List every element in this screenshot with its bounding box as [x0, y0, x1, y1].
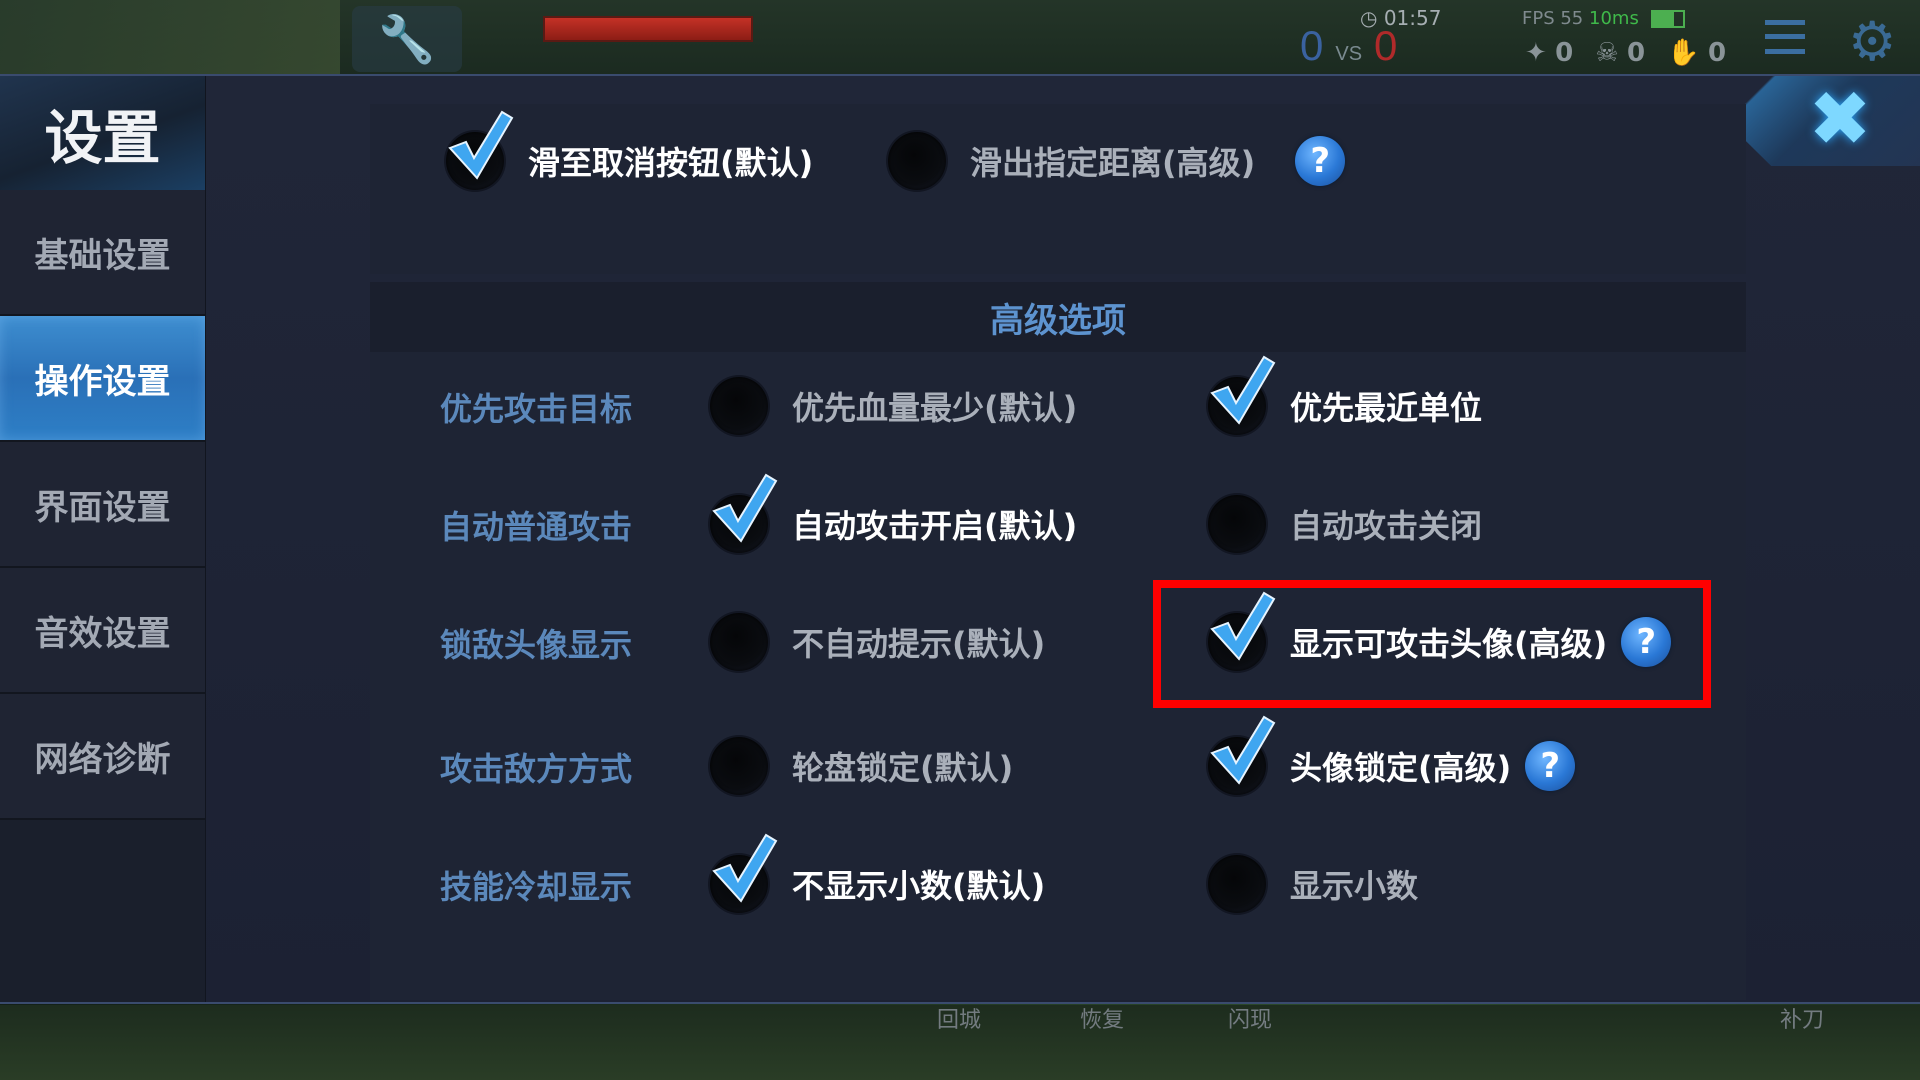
radio-button[interactable]	[1208, 355, 1276, 435]
option-label: 轮盘锁定(默认)	[792, 749, 1014, 787]
radio-button[interactable]	[1208, 495, 1266, 553]
checkmark-icon	[712, 833, 778, 903]
hp-bar	[543, 16, 753, 42]
option-label: 自动攻击开启(默认)	[792, 507, 1078, 545]
option-label: 头像锁定(高级)	[1290, 749, 1512, 787]
option-b[interactable]: 自动攻击关闭	[1208, 495, 1482, 553]
hp-bar-fill	[545, 18, 751, 40]
radio-button[interactable]	[888, 132, 946, 190]
radio-button[interactable]	[710, 613, 768, 671]
option-a[interactable]: 自动攻击开启(默认)	[710, 473, 1078, 553]
skill-recall-label: 回城	[937, 1008, 982, 1033]
skill-flash-label: 闪现	[1228, 1008, 1273, 1033]
radio-button[interactable]	[710, 833, 778, 913]
row-label: 优先攻击目标	[440, 390, 633, 428]
highlight-box	[1153, 580, 1711, 708]
skill-heal-label: 恢复	[1080, 1008, 1125, 1033]
radio-button[interactable]	[1208, 715, 1276, 795]
option-label: 不显示小数(默认)	[792, 867, 1046, 905]
sidebar-item-interface[interactable]: 界面设置	[0, 442, 205, 568]
sidebar-item-controls[interactable]: 操作设置	[0, 316, 205, 442]
option-label: 滑至取消按钮(默认)	[528, 144, 814, 182]
option-a[interactable]: 轮盘锁定(默认)	[710, 737, 1013, 795]
checkmark-icon	[448, 110, 514, 180]
row-label: 攻击敌方方式	[440, 750, 633, 788]
checkmark-icon	[1210, 715, 1276, 785]
option-label: 显示小数	[1290, 867, 1419, 905]
option-a[interactable]: 优先血量最少(默认)	[710, 377, 1077, 435]
checkmark-icon	[1210, 355, 1276, 425]
option-label: 优先最近单位	[1290, 389, 1483, 427]
score-blue: 0	[1300, 22, 1324, 69]
checkmark-icon	[712, 473, 778, 543]
timer-text: 01:57	[1383, 6, 1442, 30]
close-icon[interactable]: ✖	[1805, 81, 1875, 157]
battery-icon	[1650, 10, 1685, 28]
option-a[interactable]: 不自动提示(默认)	[710, 613, 1045, 671]
settings-sidebar: 设置 基础设置 操作设置 界面设置 音效设置 网络诊断	[0, 76, 206, 1002]
match-timer: ◷ 01:57	[1360, 6, 1442, 30]
kills-count: ✦ 0	[1525, 38, 1574, 68]
sidebar-item-basic[interactable]: 基础设置	[0, 190, 205, 316]
settings-panel: 设置 基础设置 操作设置 界面设置 音效设置 网络诊断 ✖ 滑至取消按钮(默认)…	[0, 74, 1920, 1004]
option-label: 滑出指定距离(高级)	[970, 144, 1256, 182]
sidebar-item-audio[interactable]: 音效设置	[0, 568, 205, 694]
settings-title: 设置	[0, 76, 205, 192]
score-vs: VS	[1335, 43, 1363, 65]
radio-button[interactable]	[710, 377, 768, 435]
option-label: 优先血量最少(默认)	[792, 389, 1078, 427]
radio-button[interactable]	[710, 473, 778, 553]
option-label: 自动攻击关闭	[1290, 507, 1483, 545]
option-a[interactable]: 不显示小数(默认)	[710, 833, 1046, 913]
assists-count: ✋ 0	[1667, 38, 1727, 68]
advanced-options-title: 高级选项	[370, 282, 1746, 352]
help-icon[interactable]: ?	[1295, 136, 1346, 186]
kda: ✦ 0 ☠ 0 ✋ 0	[1525, 38, 1740, 68]
wrench-icon[interactable]: 🔧	[352, 6, 462, 72]
option-b[interactable]: 头像锁定(高级)?	[1208, 715, 1576, 795]
fps-readout: FPS 55 10ms	[1522, 8, 1685, 29]
option-label: 不自动提示(默认)	[792, 625, 1046, 663]
skill-lasthit-label: 补刀	[1780, 1008, 1825, 1033]
radio-button[interactable]	[710, 737, 768, 795]
gear-icon[interactable]: ⚙	[1848, 10, 1896, 73]
sidebar-item-network[interactable]: 网络诊断	[0, 694, 205, 820]
radio-button[interactable]	[446, 110, 514, 190]
radio-button[interactable]	[1208, 855, 1266, 913]
cancel-option-slide-distance[interactable]: 滑出指定距离(高级) ?	[888, 132, 1346, 190]
option-b[interactable]: 优先最近单位	[1208, 355, 1483, 435]
list-icon[interactable]	[1765, 20, 1805, 54]
deaths-count: ☠ 0	[1595, 38, 1646, 68]
game-hud-top: 🔧 0 VS 0 ◷ 01:57 FPS 55 10ms ✦ 0 ☠ 0 ✋ 0 ⚙	[0, 0, 1920, 76]
row-label: 技能冷却显示	[440, 868, 633, 906]
fps-text: FPS 55	[1522, 8, 1584, 29]
row-label: 锁敌头像显示	[440, 626, 633, 664]
row-label: 自动普通攻击	[440, 508, 633, 546]
cancel-option-slide-to-button[interactable]: 滑至取消按钮(默认)	[446, 110, 814, 190]
help-icon[interactable]: ?	[1525, 741, 1576, 791]
option-b[interactable]: 显示小数	[1208, 855, 1418, 913]
minimap[interactable]	[0, 0, 340, 76]
ping-text: 10ms	[1589, 8, 1639, 29]
